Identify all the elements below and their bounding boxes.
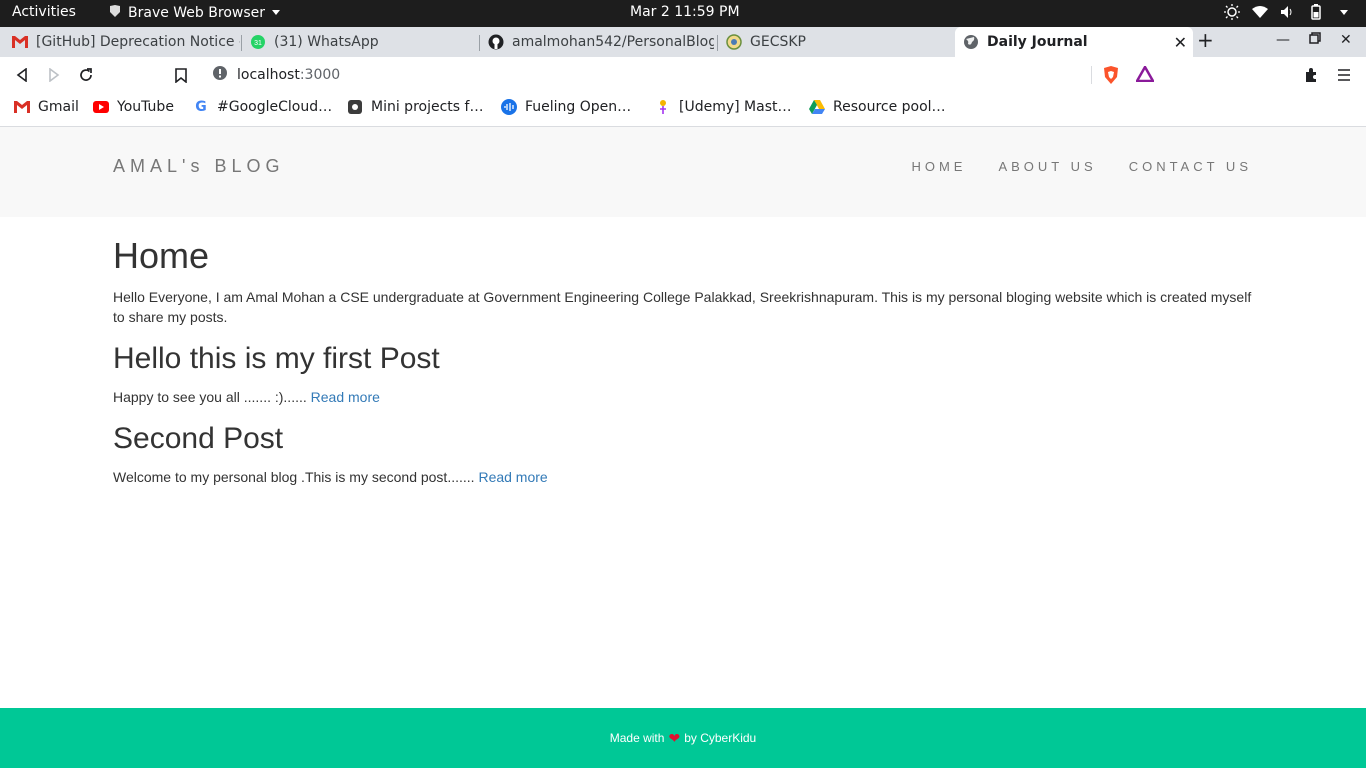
intro-text: Hello Everyone, I am Amal Mohan a CSE un… <box>113 289 1252 325</box>
bookmark-resource-pool[interactable]: Resource pool… <box>809 99 946 115</box>
post-excerpt: Welcome to my personal blog .This is my … <box>113 467 1253 487</box>
url-host: localhost <box>237 66 300 83</box>
tab-separator <box>717 35 718 51</box>
udemy-icon <box>655 99 671 115</box>
tab-gecskp[interactable]: GECSKP <box>726 27 946 57</box>
google-icon: G <box>195 99 207 115</box>
footer-prefix: Made with <box>609 731 665 745</box>
tab-title: [GitHub] Deprecation Notice - <box>36 34 240 50</box>
chevron-down-icon <box>1336 4 1352 20</box>
brave-lion-icon <box>108 4 122 22</box>
bookmark-mini-projects[interactable]: Mini projects f… <box>347 99 483 115</box>
gmail-icon <box>12 34 28 50</box>
tab-title: Daily Journal <box>987 34 1088 50</box>
post-excerpt: Happy to see you all ....... :)...... Re… <box>113 387 1253 407</box>
github-icon <box>488 34 504 50</box>
restore-icon[interactable] <box>1309 32 1321 48</box>
page-title: Home <box>113 235 210 276</box>
nav-contact-us[interactable]: CONTACT US <box>1129 159 1252 174</box>
app-name: Brave Web Browser <box>128 5 265 21</box>
heart-icon: ❤ <box>668 729 681 746</box>
minimize-icon[interactable]: — <box>1276 32 1290 48</box>
tab-title: GECSKP <box>750 34 806 50</box>
bookmark-label: Gmail <box>38 99 79 115</box>
tab-whatsapp[interactable]: 31 (31) WhatsApp <box>250 27 478 57</box>
system-tray[interactable] <box>1224 4 1352 20</box>
extensions-icon[interactable] <box>1302 65 1322 85</box>
brightness-icon <box>1224 4 1240 20</box>
read-more-link[interactable]: Read more <box>478 469 547 485</box>
post-title: Hello this is my first Post <box>113 342 440 375</box>
bookmark-youtube[interactable]: YouTube <box>93 99 174 115</box>
new-tab-button[interactable]: + <box>1197 28 1214 52</box>
nav-home[interactable]: HOME <box>911 159 966 174</box>
tab-github-repo[interactable]: amalmohan542/PersonalBlog <box>488 27 714 57</box>
bookmark-label: #GoogleCloud… <box>217 99 333 115</box>
bookmark-label: [Udemy] Mast… <box>679 99 792 115</box>
browser-toolbar: localhost:3000 <box>0 57 1366 93</box>
college-logo-icon <box>726 34 742 50</box>
post-title: Second Post <box>113 422 284 455</box>
shield-icon <box>347 99 363 115</box>
audio-wave-icon <box>501 99 517 115</box>
brave-shields-icon[interactable] <box>1102 65 1120 89</box>
reload-icon[interactable] <box>76 65 96 85</box>
web-page: AMAL's BLOG HOME ABOUT US CONTACT US Hom… <box>0 127 1366 768</box>
battery-icon <box>1308 4 1324 20</box>
menu-icon[interactable] <box>1334 65 1354 85</box>
youtube-icon <box>93 99 109 115</box>
svg-text:31: 31 <box>254 40 262 47</box>
footer-suffix: by CyberKidu <box>684 731 757 745</box>
divider <box>1091 66 1092 84</box>
system-top-bar: Activities Brave Web Browser Mar 2 11:59… <box>0 0 1366 27</box>
tab-separator <box>241 35 242 51</box>
bookmarks-bar: Gmail YouTube G #GoogleCloud… Mini proje… <box>0 93 1366 127</box>
volume-icon <box>1280 4 1296 20</box>
tab-title: amalmohan542/PersonalBlog <box>512 34 714 50</box>
activities-button[interactable]: Activities <box>12 4 76 20</box>
google-drive-icon <box>809 99 825 115</box>
clock[interactable]: Mar 2 11:59 PM <box>630 4 740 20</box>
bookmark-icon[interactable] <box>171 65 191 85</box>
close-icon[interactable]: ✕ <box>1174 33 1187 52</box>
tab-separator <box>479 35 480 51</box>
tab-daily-journal[interactable]: Daily Journal ✕ <box>955 27 1193 57</box>
site-footer: Made with ❤ by CyberKidu <box>0 708 1366 768</box>
forward-icon[interactable] <box>44 65 64 85</box>
bookmark-gmail[interactable]: Gmail <box>14 99 79 115</box>
read-more-link[interactable]: Read more <box>311 389 380 405</box>
bookmark-google-cloud[interactable]: G #GoogleCloud… <box>193 99 332 115</box>
info-icon[interactable] <box>212 65 228 85</box>
wifi-icon <box>1252 4 1268 20</box>
app-menu[interactable]: Brave Web Browser <box>108 4 281 22</box>
post-excerpt-text: Welcome to my personal blog .This is my … <box>113 469 479 485</box>
address-bar[interactable]: localhost:3000 <box>204 60 1162 89</box>
tab-title: (31) WhatsApp <box>274 34 379 50</box>
globe-icon <box>963 34 979 50</box>
tab-github-deprecation[interactable]: [GitHub] Deprecation Notice - <box>12 27 240 57</box>
window-close-icon[interactable]: ✕ <box>1340 32 1352 48</box>
bookmark-fueling-open[interactable]: Fueling Open… <box>501 99 631 115</box>
post-excerpt-text: Happy to see you all ....... :)...... <box>113 389 311 405</box>
bookmark-label: Fueling Open… <box>525 99 632 115</box>
whatsapp-icon: 31 <box>250 34 266 50</box>
bookmark-udemy[interactable]: [Udemy] Mast… <box>655 99 792 115</box>
brave-rewards-icon[interactable] <box>1134 64 1156 86</box>
chevron-down-icon <box>271 5 281 21</box>
bookmark-label: Mini projects f… <box>371 99 484 115</box>
back-icon[interactable] <box>12 65 32 85</box>
bookmark-label: YouTube <box>117 99 174 115</box>
url-port: :3000 <box>299 66 341 83</box>
gmail-icon <box>14 99 30 115</box>
main-content: Home Hello Everyone, I am Amal Mohan a C… <box>113 235 1253 501</box>
bookmark-label: Resource pool… <box>833 99 946 115</box>
tab-strip: [GitHub] Deprecation Notice - 31 (31) Wh… <box>0 27 1366 57</box>
site-navbar: AMAL's BLOG HOME ABOUT US CONTACT US <box>0 127 1366 217</box>
site-brand[interactable]: AMAL's BLOG <box>113 156 284 177</box>
site-nav: HOME ABOUT US CONTACT US <box>911 159 1252 174</box>
nav-about-us[interactable]: ABOUT US <box>998 159 1096 174</box>
